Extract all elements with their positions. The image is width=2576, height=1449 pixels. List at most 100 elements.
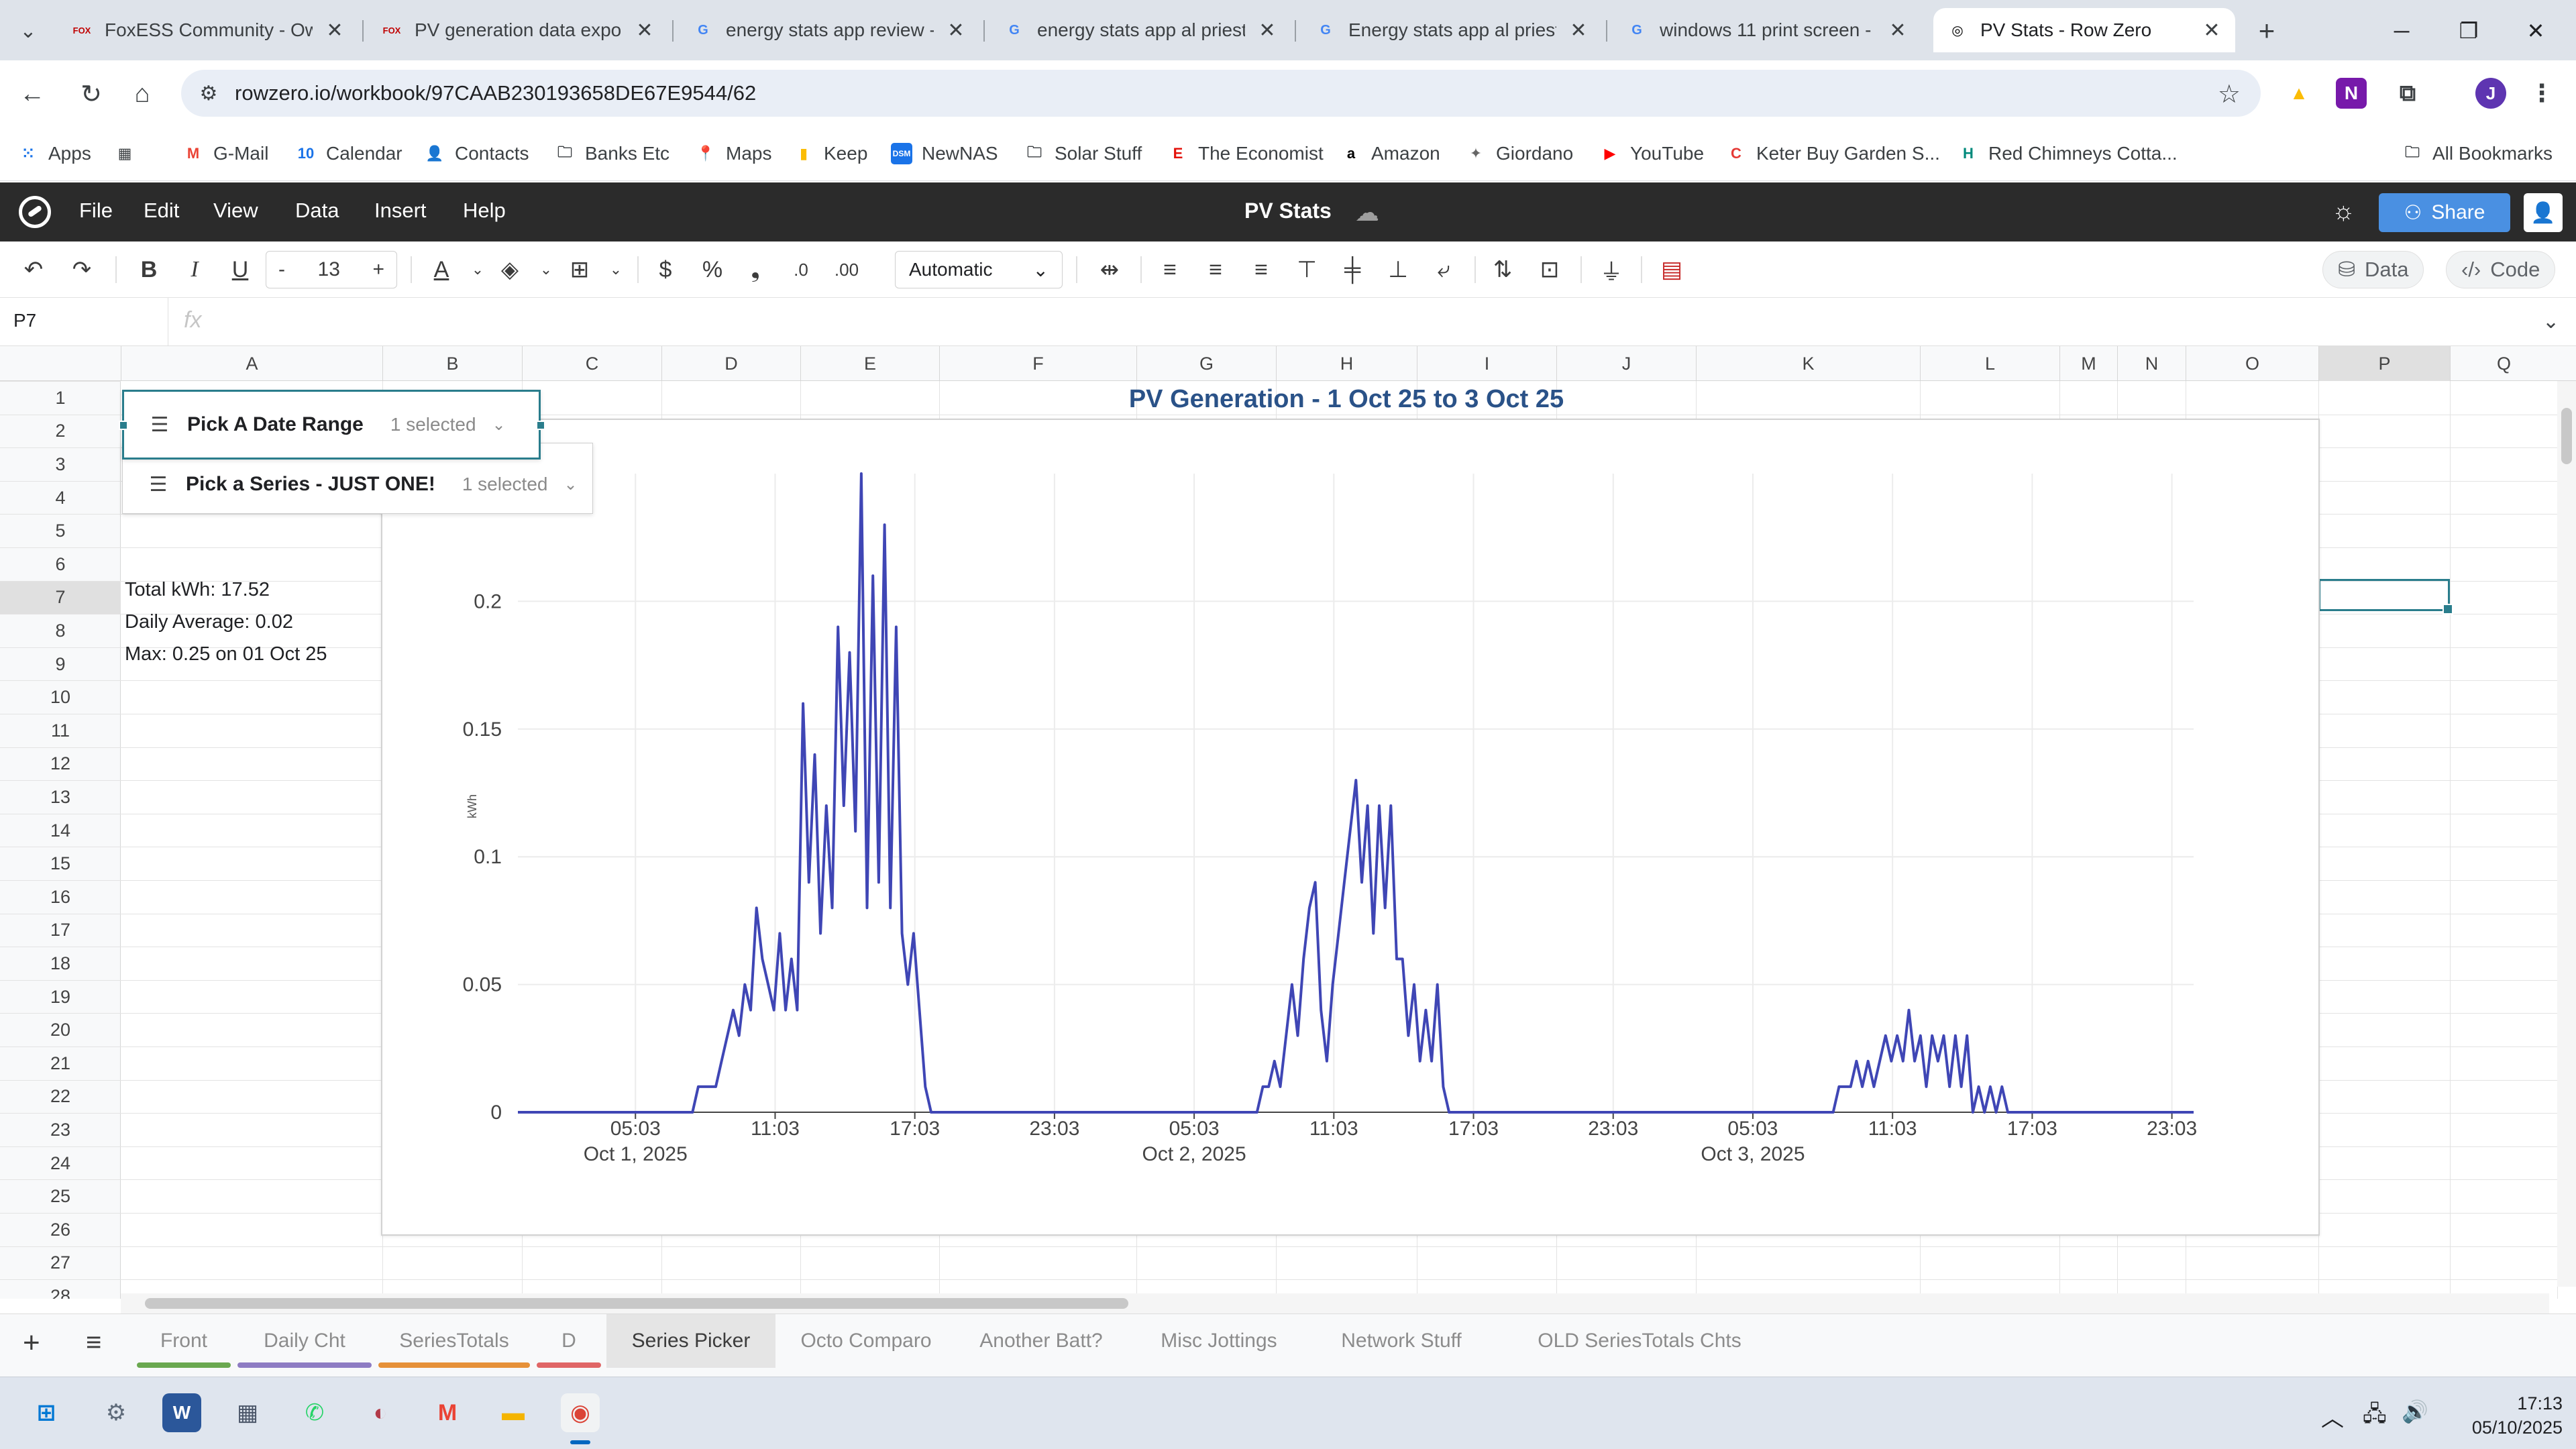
row-zero-logo-icon[interactable] <box>19 196 51 228</box>
bookmark-item[interactable]: ⁙ Apps <box>17 138 91 169</box>
column-header[interactable]: B <box>382 346 522 381</box>
font-size-stepper[interactable]: - 13 + <box>266 251 397 288</box>
bookmark-item[interactable]: DSM NewNAS <box>891 138 998 169</box>
fill-color-icon[interactable]: ◈ <box>495 255 525 284</box>
tab-close-icon[interactable]: ✕ <box>1257 19 1277 42</box>
tab-close-icon[interactable]: ✕ <box>946 19 966 42</box>
home-icon[interactable]: ⌂ <box>123 75 161 113</box>
profile-avatar-icon[interactable]: J <box>2475 78 2506 109</box>
menu-view[interactable]: View <box>213 199 258 223</box>
align-middle-icon[interactable]: ╪ <box>1338 255 1367 284</box>
column-header[interactable]: D <box>661 346 800 381</box>
bookmark-item[interactable]: 📍 Maps <box>695 138 771 169</box>
selected-cell-p7[interactable] <box>2318 579 2453 614</box>
horizontal-scrollbar[interactable] <box>121 1293 2549 1313</box>
row-header[interactable]: 12 <box>0 747 121 781</box>
menu-help[interactable]: Help <box>463 199 506 223</box>
row-header[interactable]: 13 <box>0 780 121 814</box>
cell-a9[interactable]: Max: 0.25 on 01 Oct 25 <box>125 643 327 665</box>
increase-font-icon[interactable]: + <box>372 258 384 281</box>
browser-tab[interactable]: Gwindows 11 print screen - ✕ <box>1613 8 1921 52</box>
cell-a7[interactable]: Total kWh: 17.52 <box>125 579 270 601</box>
browser-tab[interactable]: FOX FoxESS Community - Ow ✕ <box>58 8 358 52</box>
align-right-icon[interactable]: ≡ <box>1246 255 1276 284</box>
volume-icon[interactable]: 🔊 <box>2402 1399 2428 1424</box>
filter-icon[interactable]: ⏚ <box>1597 255 1626 285</box>
align-left-icon[interactable]: ≡ <box>1155 255 1185 284</box>
bookmark-item[interactable]: ▮ Keep <box>793 138 867 169</box>
cell-reference[interactable]: P7 <box>13 310 36 331</box>
bookmark-item[interactable]: ▦ <box>114 138 136 169</box>
row-header[interactable]: 20 <box>0 1013 121 1046</box>
insert-data-icon[interactable]: ⇅ <box>1488 255 1517 284</box>
menu-data[interactable]: Data <box>295 199 339 223</box>
bold-icon[interactable]: B <box>134 255 164 284</box>
column-header[interactable]: P <box>2318 346 2450 381</box>
resize-handle-right[interactable] <box>536 421 545 430</box>
column-header[interactable]: I <box>1417 346 1556 381</box>
insert-chart-icon[interactable]: ⊡ <box>1535 255 1564 284</box>
select-all-corner[interactable] <box>0 346 121 381</box>
calculator-icon[interactable]: ▦ <box>228 1393 267 1432</box>
tab-search-chevron-icon[interactable]: ⌄ <box>12 15 44 47</box>
column-header[interactable]: H <box>1276 346 1417 381</box>
vertical-scroll-thumb[interactable] <box>2561 408 2572 464</box>
horizontal-scroll-thumb[interactable] <box>145 1298 1128 1309</box>
column-header[interactable]: K <box>1696 346 1920 381</box>
back-arrow-icon[interactable]: ← <box>13 75 51 113</box>
row-header[interactable]: 4 <box>0 480 121 515</box>
extensions-puzzle-icon[interactable]: ⧉ <box>2392 78 2423 109</box>
tab-close-icon[interactable]: ✕ <box>635 19 655 42</box>
sheet-tab[interactable]: Another Batt? <box>961 1314 1122 1368</box>
slicer-date-range[interactable]: ☰ Pick A Date Range 1 selected ⌄ <box>122 390 541 460</box>
browser-tab[interactable]: ◎ PV Stats - Row Zero ✕ <box>1933 8 2235 52</box>
share-button[interactable]: ⚇ Share <box>2379 193 2510 232</box>
bookmark-item[interactable]: ▶ YouTube <box>1599 138 1705 169</box>
text-color-chevron-icon[interactable]: ⌄ <box>463 255 492 284</box>
row-header[interactable]: 3 <box>0 447 121 481</box>
browser-tab[interactable]: FOX PV generation data expor ✕ <box>368 8 668 52</box>
document-title[interactable]: PV Stats <box>1244 199 1332 223</box>
row-header[interactable]: 21 <box>0 1046 121 1080</box>
bookmark-item[interactable]: 10 Calendar <box>295 138 402 169</box>
tab-close-icon[interactable]: ✕ <box>325 19 345 42</box>
percent-format-icon[interactable]: % <box>698 255 727 284</box>
bookmark-star-icon[interactable]: ☆ <box>2218 79 2241 109</box>
resize-handle-left[interactable] <box>119 421 128 430</box>
column-header[interactable]: Q <box>2450 346 2557 381</box>
spreadsheet-grid[interactable]: ABCDEFGHIJKLMNOPQ 1 2 3 4 5 6 7 8 9 10 11 12 13 14 15 1… <box>0 346 2576 1299</box>
row-header[interactable]: 24 <box>0 1146 121 1180</box>
settings-icon[interactable]: ⚙ <box>97 1393 136 1432</box>
browser-tab[interactable]: Genergy stats app al priest ✕ <box>990 8 1291 52</box>
menu-insert[interactable]: Insert <box>374 199 427 223</box>
sheet-tab[interactable]: Daily Cht <box>237 1314 372 1368</box>
row-header[interactable]: 15 <box>0 847 121 880</box>
row-header[interactable]: 19 <box>0 979 121 1014</box>
close-window-icon[interactable]: ✕ <box>2509 12 2563 50</box>
column-header[interactable]: C <box>522 346 661 381</box>
row-header[interactable]: 9 <box>0 647 121 681</box>
sheet-tab[interactable]: Octo Comparo <box>777 1314 955 1368</box>
column-header[interactable]: E <box>800 346 939 381</box>
wrap-text-icon[interactable]: ⤶ <box>1429 255 1458 284</box>
bookmark-item[interactable]: C Keter Buy Garden S... <box>1725 138 1940 169</box>
chrome-icon[interactable]: ◉ <box>561 1393 600 1432</box>
column-header[interactable]: F <box>939 346 1136 381</box>
clock-date[interactable]: 05/10/2025 <box>2455 1417 2563 1438</box>
vertical-scrollbar[interactable] <box>2557 381 2576 1287</box>
align-top-icon[interactable]: ⊤ <box>1292 255 1322 284</box>
decrease-decimal-icon[interactable]: .0 <box>786 255 816 284</box>
menu-edit[interactable]: Edit <box>144 199 179 223</box>
add-sheet-plus-icon[interactable]: + <box>23 1326 40 1360</box>
column-header[interactable]: N <box>2117 346 2186 381</box>
column-header[interactable]: A <box>121 346 382 381</box>
expand-formula-chevron-icon[interactable]: ⌄ <box>2542 310 2559 333</box>
tab-close-icon[interactable]: ✕ <box>2202 19 2222 42</box>
file-explorer-icon[interactable]: ▬ <box>494 1393 533 1432</box>
row-header[interactable]: 23 <box>0 1113 121 1146</box>
align-center-icon[interactable]: ≡ <box>1201 255 1230 284</box>
sheet-tab[interactable]: D <box>537 1314 601 1368</box>
row-header[interactable]: 28 <box>0 1279 121 1299</box>
row-header[interactable]: 10 <box>0 680 121 714</box>
address-bar[interactable]: ⚙ rowzero.io/workbook/97CAAB230193658DE6… <box>181 70 2261 117</box>
